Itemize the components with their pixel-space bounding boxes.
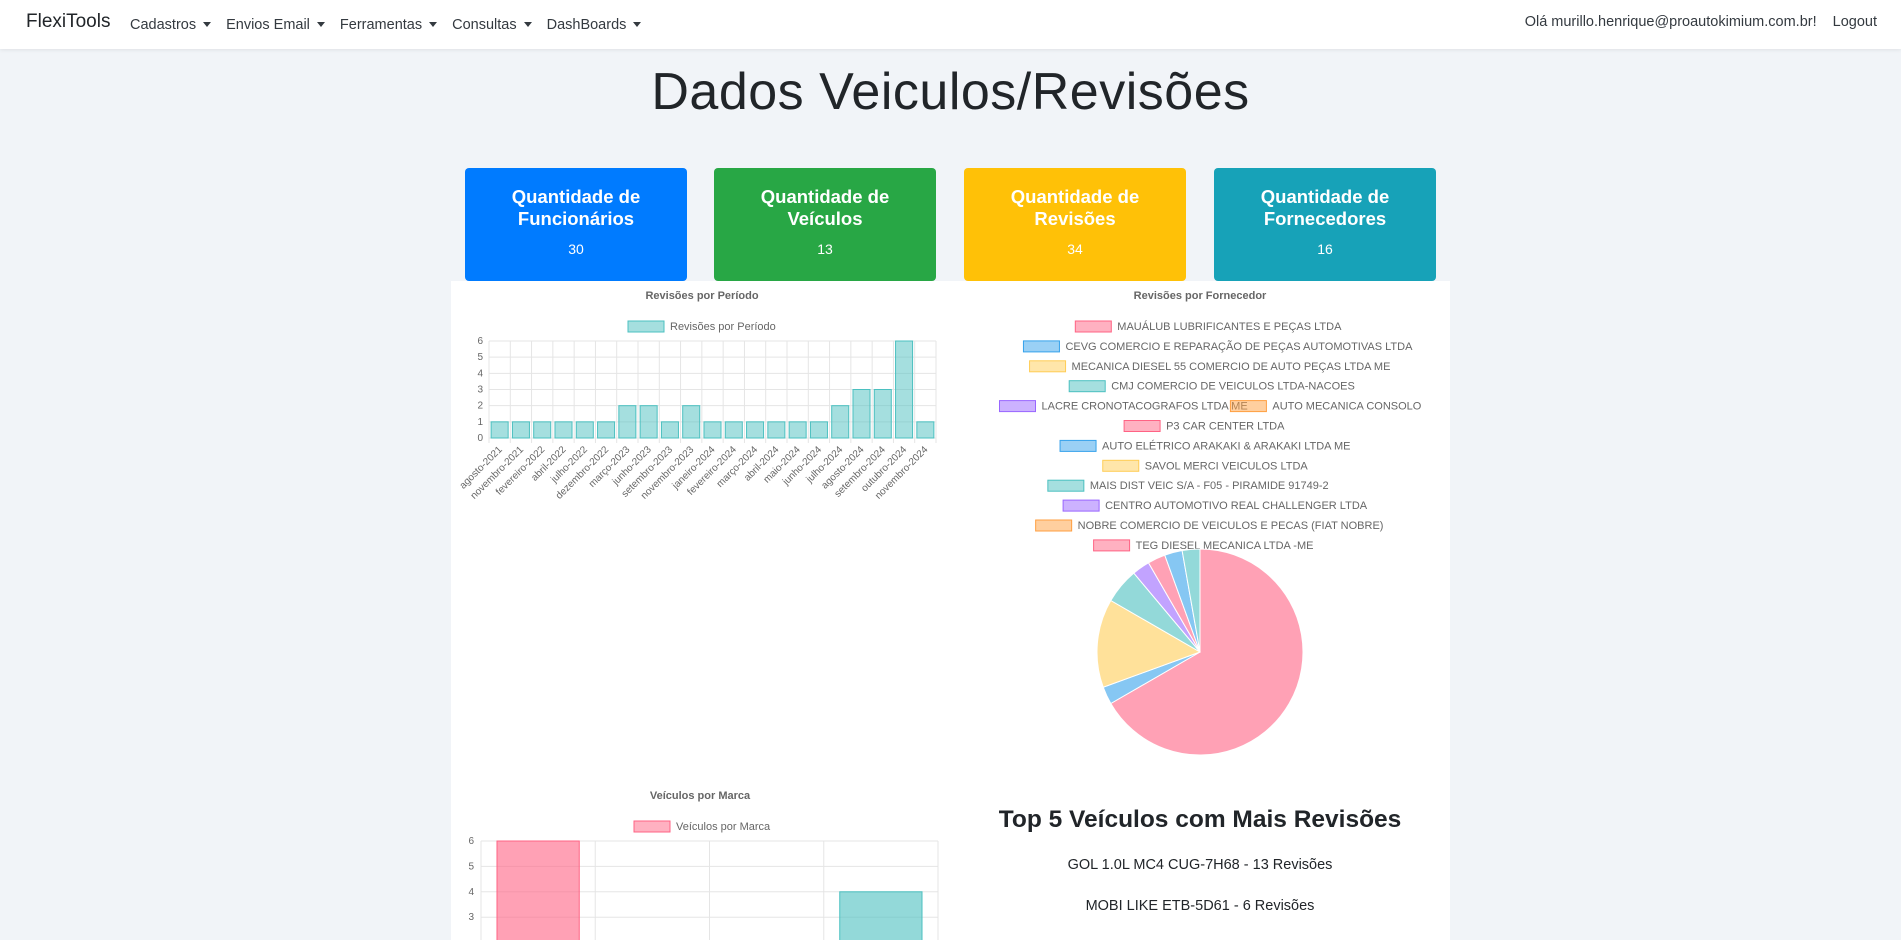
chart-veiculos-marca: Veículos por Marca Veículos por Marca 6 5… — [468, 790, 939, 940]
bar[interactable] — [895, 340, 914, 439]
y-tick-label: 6 — [468, 836, 474, 847]
y-tick-label: 3 — [477, 385, 483, 396]
bar[interactable] — [682, 405, 701, 439]
legend-label: P3 CAR CENTER LTDA — [1166, 421, 1285, 433]
legend-swatch[interactable] — [1229, 400, 1267, 413]
legend-label: CMJ COMERCIO DE VEICULOS LTDA-NACOES — [1111, 381, 1355, 393]
bar[interactable] — [839, 891, 923, 940]
legend-swatch[interactable] — [1047, 479, 1085, 492]
legend-swatch[interactable] — [999, 400, 1036, 413]
y-tick-label: 1 — [477, 417, 483, 428]
y-tick-label: 5 — [477, 352, 483, 363]
legend-label: AUTO ELÉTRICO ARAKAKI & ARAKAKI LTDA ME — [1102, 439, 1350, 452]
top5-item: GOL 1.0L MC4 CUG-7H68 - 13 Revisões — [1067, 857, 1333, 873]
legend-label: CEVG COMERCIO E REPARAÇÃO DE PEÇAS AUTOM… — [1065, 340, 1413, 353]
legend-label: LACRE CRONOTACOGRAFOS LTDA ME — [1042, 401, 1248, 413]
legend-label: MAUÁLUB LUBRIFICANTES E PEÇAS LTDA — [1117, 320, 1342, 333]
legend-label: SAVOL MERCI VEICULOS LTDA — [1145, 460, 1309, 472]
top5-section: Top 5 Veículos com Mais Revisões GOL 1.0… — [970, 806, 1430, 914]
legend-swatch[interactable] — [1029, 360, 1067, 373]
y-tick-label: 4 — [477, 368, 483, 379]
y-tick-label: 2 — [477, 401, 483, 412]
top5-title: Top 5 Veículos com Mais Revisões — [998, 806, 1402, 833]
legend-swatch[interactable] — [627, 320, 665, 333]
charts-canvas: Revisões por Período Revisões por Períod… — [458, 290, 1422, 940]
legend-swatch[interactable] — [1102, 459, 1140, 472]
bar[interactable] — [788, 421, 807, 439]
chart-title: Revisões por Período — [645, 290, 758, 302]
bar[interactable] — [724, 421, 743, 439]
bar[interactable] — [831, 405, 850, 439]
bar[interactable] — [660, 421, 679, 439]
chart-revisoes-fornecedor: Revisões por Fornecedor MAUÁLUB LUBRIFIC… — [999, 290, 1422, 756]
y-tick-label: 6 — [477, 336, 483, 347]
top5-item: MOBI LIKE ETB-5D61 - 6 Revisões — [1085, 898, 1315, 914]
legend-swatch[interactable] — [1022, 340, 1060, 353]
y-tick-label: 4 — [468, 887, 474, 898]
bar[interactable] — [533, 421, 552, 439]
legend-label: AUTO MECANICA CONSOLO — [1272, 401, 1421, 413]
legend-label: TEG DIESEL MECANICA LTDA -ME — [1136, 540, 1314, 552]
chart-title: Veículos por Marca — [650, 790, 751, 802]
legend-label: MECANICA DIESEL 55 COMERCIO DE AUTO PEÇA… — [1072, 361, 1391, 373]
bar[interactable] — [618, 405, 637, 439]
y-tick-label: 5 — [468, 861, 474, 872]
legend-swatch[interactable] — [633, 820, 671, 833]
bar[interactable] — [703, 421, 722, 439]
y-tick-label: 0 — [477, 433, 483, 444]
bar[interactable] — [511, 421, 530, 439]
legend-swatch[interactable] — [1059, 439, 1097, 452]
legend-swatch[interactable] — [1074, 320, 1112, 333]
legend-label: CENTRO AUTOMOTIVO REAL CHALLENGER LTDA — [1105, 500, 1368, 512]
chart-revisoes-periodo: Revisões por Período Revisões por Períod… — [458, 290, 937, 502]
bar[interactable] — [496, 840, 580, 940]
bar[interactable] — [809, 421, 828, 439]
y-tick-label: 3 — [468, 912, 474, 923]
bar[interactable] — [554, 421, 573, 439]
legend-label: Revisões por Período — [670, 321, 776, 333]
bar[interactable] — [852, 389, 871, 439]
legend-swatch[interactable] — [1035, 519, 1073, 532]
legend-swatch[interactable] — [1062, 499, 1100, 512]
bar[interactable] — [916, 421, 935, 439]
legend-label: Veículos por Marca — [676, 821, 771, 833]
bar[interactable] — [490, 421, 509, 439]
legend-label: NOBRE COMERCIO DE VEICULOS E PECAS (FIAT… — [1078, 520, 1384, 532]
bar[interactable] — [767, 421, 786, 439]
chart-title: Revisões por Fornecedor — [1134, 290, 1267, 302]
legend-swatch[interactable] — [1123, 420, 1161, 432]
legend-swatch[interactable] — [1093, 539, 1131, 552]
legend-swatch[interactable] — [1068, 380, 1106, 393]
bar[interactable] — [873, 389, 892, 439]
legend-label: MAIS DIST VEIC S/A - F05 - PIRAMIDE 9174… — [1090, 480, 1329, 492]
bar[interactable] — [639, 405, 658, 439]
bar[interactable] — [575, 421, 594, 439]
bar[interactable] — [597, 421, 616, 439]
bar[interactable] — [746, 421, 765, 439]
